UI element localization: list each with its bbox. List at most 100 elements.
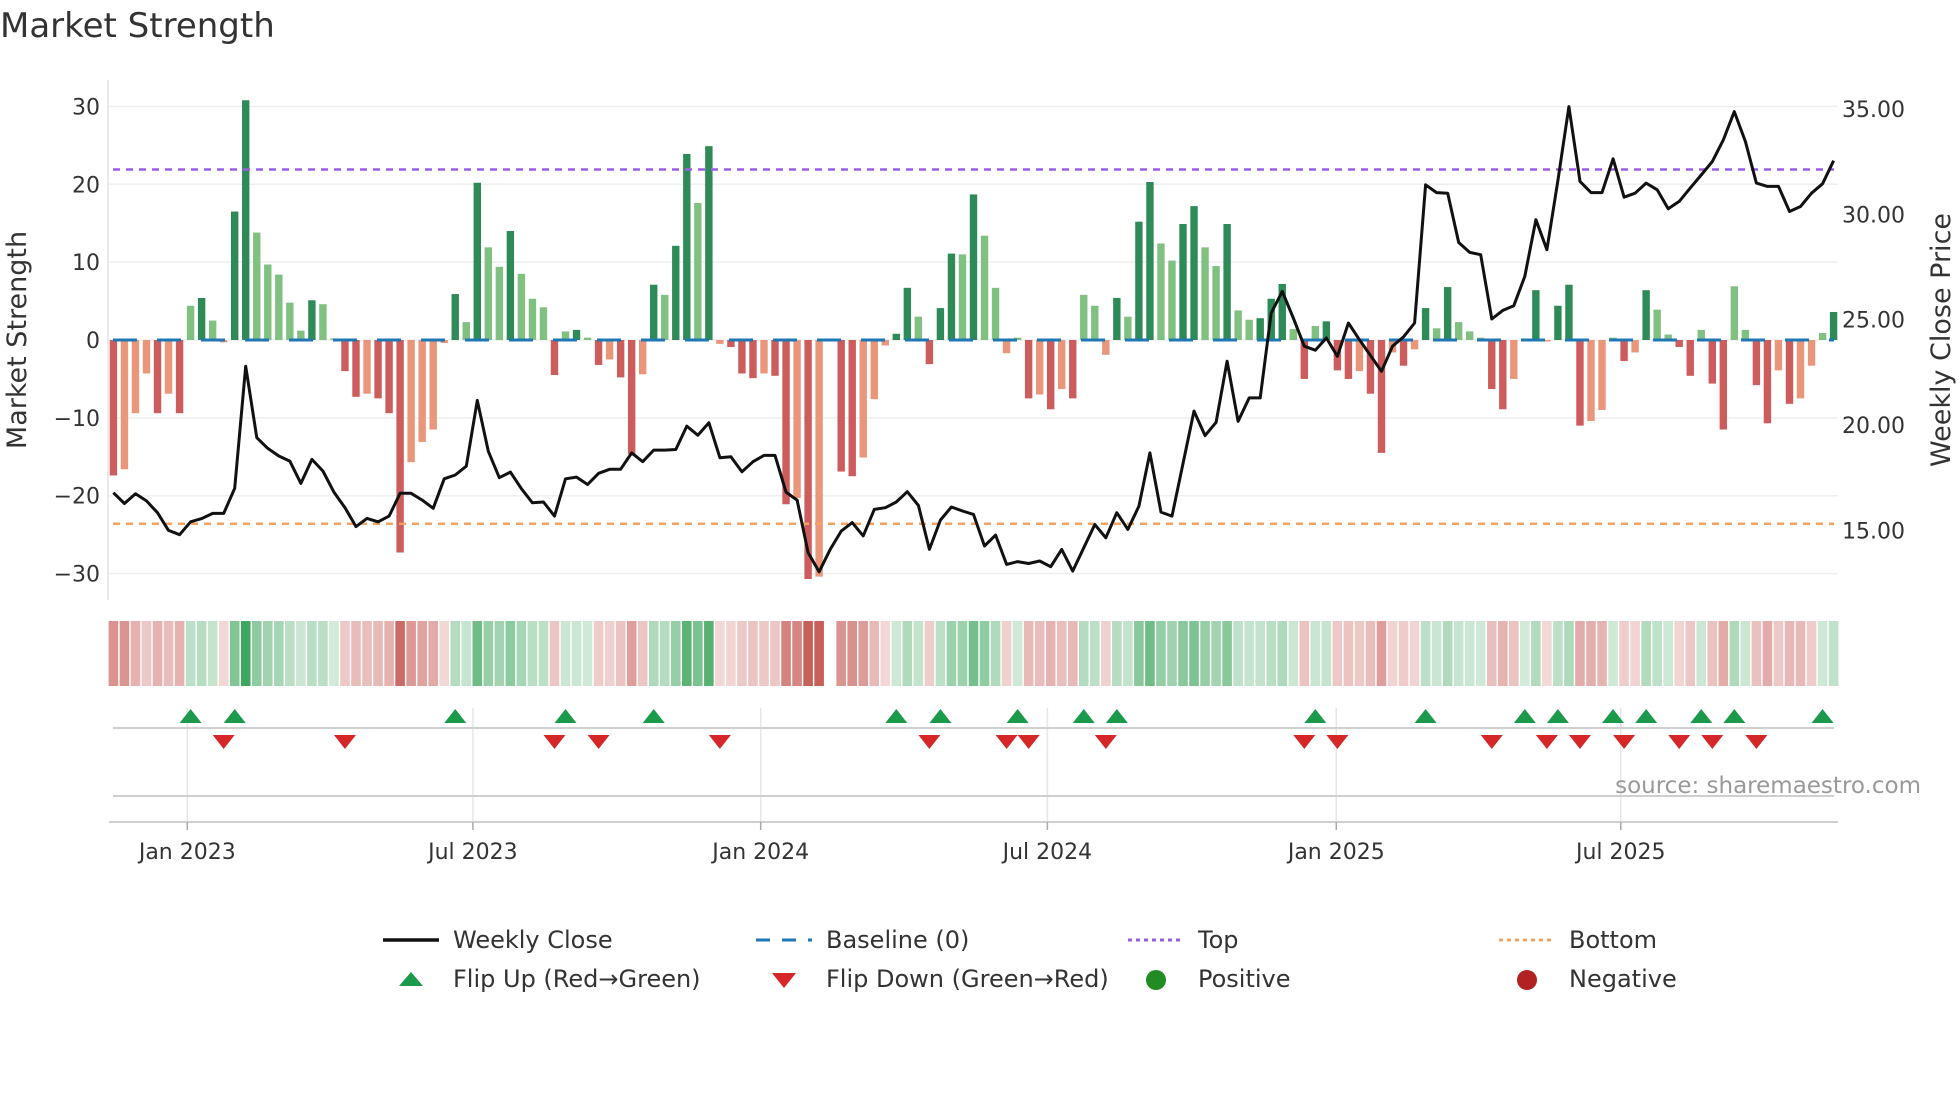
strip-cell [516, 621, 527, 686]
x-tick-label: Jan 2024 [710, 840, 809, 865]
strength-bar [694, 202, 702, 340]
strip-cell [659, 621, 670, 686]
flip-down-marker [333, 735, 356, 749]
strip-cell [1784, 621, 1795, 686]
strength-bar [1554, 305, 1562, 340]
flip-down-marker [212, 735, 235, 749]
x-axis-ticks: Jan 2023 Jul 2023 Jan 2024 Jul 2024 Jan 2025… [137, 822, 1666, 865]
strength-bar [1168, 260, 1176, 340]
strip-cell [748, 621, 758, 686]
strength-bar [506, 231, 515, 340]
strip-cell [351, 621, 361, 686]
strip-cell [990, 621, 1001, 686]
flip-down-marker [1568, 735, 1591, 749]
strip-cell [1619, 621, 1629, 686]
strip-cell [836, 621, 846, 686]
strength-bar [1686, 340, 1694, 376]
strip-cell [1729, 621, 1740, 686]
strength-bar [605, 340, 614, 360]
strength-bar [1697, 329, 1705, 340]
strip-cell [891, 621, 902, 686]
strength-bar [1113, 297, 1121, 340]
strength-bar [1620, 340, 1628, 362]
strength-bar [1631, 340, 1639, 353]
circle-icon [1126, 964, 1186, 994]
flip-down-marker [1293, 735, 1316, 749]
strength-bar [396, 340, 404, 553]
strip-cell [1266, 621, 1277, 686]
strength-bar [231, 211, 239, 340]
strength-bar [903, 287, 912, 340]
strip-cell [240, 621, 251, 686]
strip-cell [527, 621, 538, 686]
strength-bar [1058, 340, 1066, 390]
strength-bar [1763, 340, 1772, 424]
strip-cell [417, 621, 427, 686]
strength-bar [528, 298, 537, 340]
strength-bar [286, 302, 294, 340]
strip-cell [604, 621, 615, 686]
left-tick-label: 10 [72, 251, 100, 276]
strip-cell [163, 621, 174, 686]
strength-bar [925, 340, 934, 365]
strength-bar [1719, 340, 1728, 430]
flip-down-marker [1326, 735, 1349, 749]
strip-cell [1475, 621, 1486, 686]
strip-cell [1828, 621, 1839, 686]
strip-cell [1045, 621, 1056, 686]
legend-label: Flip Up (Red→Green) [453, 965, 701, 993]
flip-down-marker [1535, 735, 1558, 749]
strength-bar [550, 340, 559, 376]
flip-up-marker [1635, 709, 1658, 723]
flip-up-marker [1723, 709, 1746, 723]
triangle-up-icon [381, 964, 441, 994]
legend-label: Top [1198, 926, 1239, 954]
strength-bar [253, 232, 261, 340]
strength-bar [870, 340, 878, 400]
strip-cell [285, 621, 295, 686]
strip-cell [847, 621, 858, 686]
strip-cell [1354, 621, 1365, 686]
strength-bar [991, 287, 1000, 340]
strip-cell [373, 621, 383, 686]
strip-cell [858, 621, 869, 686]
strip-cell [792, 621, 802, 686]
legend-item-line: Weekly Close [381, 925, 613, 955]
strip-cell [946, 621, 957, 686]
strip-cell [307, 621, 317, 686]
strength-bar [936, 308, 945, 340]
left-axis-label: Market Strength [2, 231, 33, 449]
strength-bar [793, 340, 801, 499]
strength-heat-strip [108, 621, 1839, 686]
strip-cell [185, 621, 196, 686]
strip-cell [626, 621, 637, 686]
strength-bar [1080, 294, 1088, 340]
strip-cell [229, 621, 240, 686]
right-tick-label: 20.00 [1842, 414, 1905, 439]
strip-cell [902, 621, 913, 686]
strip-cell [1321, 621, 1332, 686]
strip-cell [726, 621, 736, 686]
strip-cell [1012, 621, 1023, 686]
strength-bar [1565, 284, 1573, 340]
strength-bar [914, 316, 923, 340]
strip-cell [329, 621, 339, 686]
strength-bar [1432, 328, 1441, 340]
strip-cell [682, 621, 692, 686]
left-axis-ticks: 30 20 10 0 −10 −20 −30 [54, 95, 100, 587]
strength-bar [1510, 340, 1518, 379]
flip-down-marker [1480, 735, 1503, 749]
strength-bar [1642, 290, 1650, 340]
flip-up-marker [554, 709, 577, 723]
strip-cell [406, 621, 416, 686]
strip-cell [1795, 621, 1806, 686]
right-tick-label: 15.00 [1842, 519, 1905, 544]
flip-down-marker [587, 735, 610, 749]
strength-bar [186, 305, 195, 340]
strength-bar [1752, 340, 1761, 386]
strength-bar [539, 307, 548, 340]
strength-bar [1024, 340, 1033, 399]
strip-cell [924, 621, 935, 686]
strip-cell [670, 621, 681, 686]
flip-up-marker [1546, 709, 1569, 723]
